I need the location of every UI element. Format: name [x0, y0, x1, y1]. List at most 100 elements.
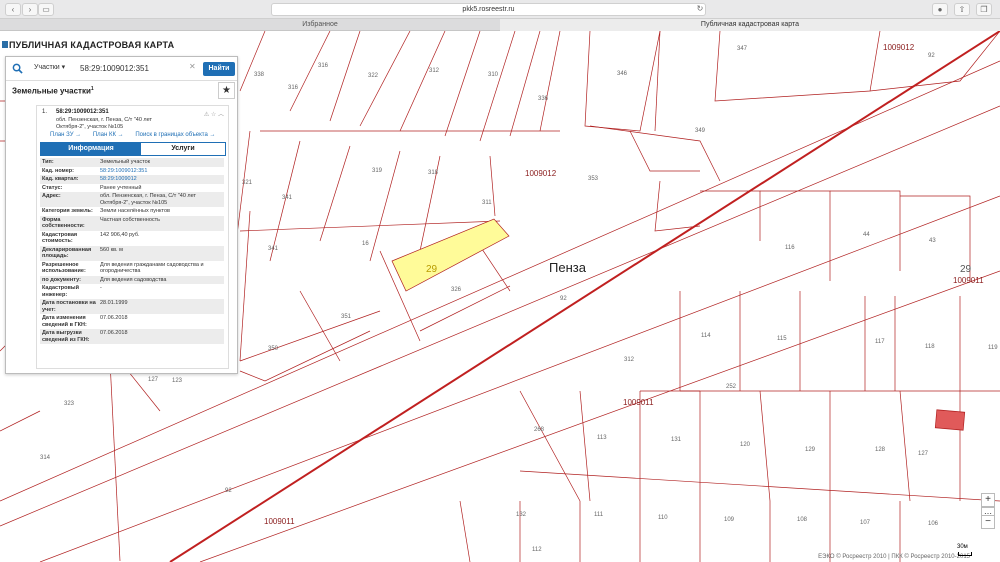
parcel-number: 110 [658, 515, 668, 521]
parcel-number: 115 [777, 336, 787, 342]
browser-toolbar: ‹ › ▭ ◉ pkk5.rosreestr.ru ↻ ● ⇧ ❐ [0, 0, 1000, 19]
tab-strip: Избранное Публичная кадастровая карта [0, 19, 1000, 31]
plan-zu-link[interactable]: План ЗУ → [50, 132, 81, 138]
star-icon[interactable]: ☆ [211, 112, 216, 118]
info-row: Кад. номер: 58:29:1009012:351 [40, 167, 224, 176]
parcel-number: 312 [624, 357, 635, 363]
parcel-number: 347 [737, 46, 748, 52]
parcel-number: 111 [594, 512, 604, 518]
parcel-number: 319 [372, 168, 383, 174]
parcel-number: 112 [532, 547, 542, 553]
result-actions: ⚠ ☆ ︿ [204, 109, 224, 118]
parcel-number: 127 [918, 451, 929, 457]
info-row: Дата изменения сведений в ГКН: 07.06.2018 [40, 314, 224, 329]
sidebar-icon[interactable]: ▭ [38, 3, 54, 16]
address-bar[interactable]: pkk5.rosreestr.ru [271, 3, 706, 16]
info-row: Тип: Земельный участок [40, 158, 224, 167]
info-label: Тип: [42, 159, 54, 165]
parcel-number: 107 [860, 520, 871, 526]
parcel-number: 92 [225, 488, 232, 494]
parcel-number: 349 [695, 128, 706, 134]
info-value: Земельный участок [100, 159, 151, 165]
clear-icon[interactable]: ✕ [189, 62, 196, 71]
parcel-number: 128 [875, 447, 886, 453]
info-row: Разрешенное использование: Для ведения гр… [40, 261, 224, 276]
tab-cadastral-map[interactable]: Публичная кадастровая карта [500, 19, 1000, 31]
parcel-number: 341 [268, 246, 279, 252]
info-label: Форма собственности: [42, 216, 85, 230]
copyright: ЕЭКО © Росреестр 2010 | ПКК © Росреестр … [818, 554, 970, 560]
info-value: Для ведения садоводства [100, 276, 167, 283]
info-tabs: Информация Услуги [40, 142, 226, 156]
city-label: Пенза [549, 260, 586, 275]
back-icon[interactable]: ‹ [5, 3, 21, 16]
block-label: 1009012 [883, 43, 915, 52]
info-label: Кад. номер: [42, 167, 74, 174]
zoom-in-button[interactable]: + [981, 493, 995, 507]
info-value[interactable]: 58:29:1009012:351 [100, 168, 222, 175]
parcel-number: 321 [242, 180, 253, 186]
warning-icon[interactable]: ⚠ [204, 112, 209, 118]
parcel-number: 123 [172, 378, 183, 384]
info-label: Адрес: [42, 193, 61, 199]
info-value: Ранее учтенный [100, 184, 142, 191]
result-cad-number[interactable]: 58:29:1009012:351 [56, 109, 109, 115]
download-icon[interactable]: ● [932, 3, 948, 16]
info-row: Категория земель: Земли населённых пункто… [40, 207, 224, 216]
parcel-number: 351 [341, 314, 352, 320]
info-label: Дата изменения сведений в ГКН: [42, 315, 87, 328]
tabs-overview-icon[interactable]: ❐ [976, 3, 992, 16]
section-title: Земельные участки1 [12, 86, 94, 96]
parcel-number: 16 [362, 241, 369, 247]
search-input[interactable] [80, 61, 198, 76]
info-label: Кад. квартал: [42, 176, 79, 182]
find-button[interactable]: Найти [203, 62, 235, 76]
share-icon[interactable]: ⇧ [954, 3, 970, 16]
parcel-number: 316 [318, 63, 329, 69]
parcel-number: 113 [597, 435, 607, 441]
info-row: Статус: Ранее учтенный [40, 184, 224, 193]
search-type-label: Участки [34, 64, 60, 71]
scale-bar: 30м [957, 544, 972, 556]
result-count: 1 [90, 86, 94, 92]
parcel-number: 120 [740, 442, 751, 448]
parcel-number: 310 [488, 72, 499, 78]
result-card: 1. 58:29:1009012:351 обл. Пензенская, г.… [36, 105, 229, 369]
info-value: 560 кв. м [100, 246, 123, 253]
info-row: Кадастровый инженер: - [40, 284, 224, 299]
collapse-icon[interactable]: ︿ [218, 112, 224, 118]
result-index: 1. [42, 109, 48, 115]
plan-kk-link[interactable]: План КК → [93, 132, 124, 138]
parcel-number: 117 [875, 339, 885, 345]
info-row: Кадастровая стоимость: 142 906,40 руб. [40, 231, 224, 246]
info-row: Дата постановки на учет: 28.01.1999 [40, 299, 224, 314]
favorite-star-button[interactable]: ★ [218, 82, 235, 99]
reload-icon[interactable]: ↻ [692, 3, 708, 16]
parcel-number: 114 [701, 333, 711, 339]
parcel-number: 323 [64, 401, 75, 407]
search-type-select[interactable]: Участки ▾ [34, 63, 65, 71]
info-label: Дата выгрузки сведений из ГКН: [42, 330, 90, 343]
parcel-number: 129 [805, 447, 816, 453]
parcel-number: 118 [925, 344, 935, 350]
info-value[interactable]: 58:29:1009012 [100, 176, 222, 183]
search-icon[interactable] [12, 63, 23, 74]
info-value: 07.06.2018 [100, 315, 128, 321]
parcel-number: 119 [988, 345, 998, 351]
info-row: Кад. квартал: 58:29:1009012 [40, 175, 224, 184]
search-in-bounds-link[interactable]: Поиск в границах объекта → [135, 132, 215, 138]
info-label: по документу: [42, 276, 81, 283]
zoom-out-button[interactable]: − [981, 515, 995, 529]
result-address: обл. Пензенская, г. Пенза, С/т "40 лет О… [56, 117, 153, 130]
info-value: обл. Пензенская, г. Пенза, С/т "40 лет О… [100, 193, 197, 206]
tab-services[interactable]: Услуги [141, 143, 225, 155]
selected-parcel-label: 29 [426, 264, 438, 275]
block-label: 1009011 [264, 517, 295, 526]
info-label: Статус: [42, 184, 63, 191]
parcel-number: 109 [724, 517, 735, 523]
parcel-number: 336 [538, 96, 549, 102]
forward-icon[interactable]: › [22, 3, 38, 16]
tab-info[interactable]: Информация [41, 143, 141, 155]
info-row: Форма собственности: Частная собственност… [40, 215, 224, 231]
info-row: Дата выгрузки сведений из ГКН: 07.06.2018 [40, 329, 224, 344]
